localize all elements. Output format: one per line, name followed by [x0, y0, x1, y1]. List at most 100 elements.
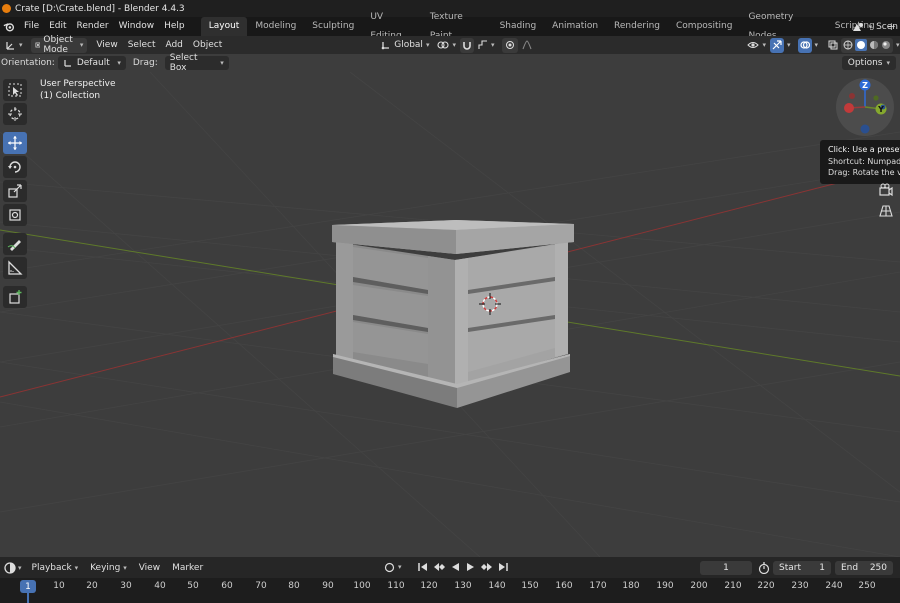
- preview-range-toggle[interactable]: [757, 561, 771, 575]
- jump-to-keyframe-back-button[interactable]: [432, 560, 446, 574]
- chevron-down-icon[interactable]: ▾: [784, 41, 794, 49]
- solid-shading-button[interactable]: [855, 39, 868, 51]
- menu-help[interactable]: Help: [159, 17, 190, 36]
- editor-type-button[interactable]: ▾: [2, 38, 27, 53]
- playhead-line: [27, 593, 29, 603]
- tab-compositing[interactable]: Compositing: [668, 17, 740, 36]
- jump-to-start-button[interactable]: [416, 560, 430, 574]
- move-tool[interactable]: [3, 132, 27, 154]
- menu-timeline-view[interactable]: View: [133, 563, 166, 573]
- global-orientation-icon: [381, 42, 390, 50]
- snap-target-selector[interactable]: ▾: [474, 38, 499, 53]
- frame-tick: 220: [757, 581, 775, 591]
- drag-dropdown-value: Select Box: [169, 53, 198, 73]
- overlays-toggle[interactable]: [797, 37, 812, 53]
- chevron-down-icon[interactable]: ▾: [812, 41, 822, 49]
- orientation-dropdown[interactable]: Default ▾: [57, 56, 126, 70]
- tab-layout[interactable]: Layout: [200, 17, 248, 36]
- top-menu-bar: File Edit Render Window Help Layout Mode…: [0, 12, 900, 41]
- rotate-tool[interactable]: [3, 156, 27, 178]
- playback-controls: ▾: [382, 560, 510, 574]
- menu-object[interactable]: Object: [188, 40, 227, 50]
- tab-sculpting[interactable]: Sculpting: [304, 17, 362, 36]
- transform-orientation-selector[interactable]: Global ▾: [377, 38, 433, 53]
- frame-tick: 200: [690, 581, 708, 591]
- blender-logo-icon: [2, 4, 11, 13]
- menu-window[interactable]: Window: [114, 17, 160, 36]
- chevron-down-icon[interactable]: ▾: [398, 563, 402, 571]
- blender-menu-icon[interactable]: [3, 20, 15, 33]
- pivot-point-selector[interactable]: ▾: [433, 38, 460, 53]
- crate-mesh[interactable]: [332, 220, 574, 408]
- menu-view[interactable]: View: [91, 40, 122, 50]
- material-shading-icon[interactable]: [869, 40, 879, 50]
- menu-playback[interactable]: Playback ▾: [26, 563, 85, 573]
- mode-label: Object Mode: [43, 35, 73, 55]
- menu-add[interactable]: Add: [160, 40, 187, 50]
- chevron-down-icon: ▾: [117, 59, 121, 67]
- start-frame-field[interactable]: Start 1: [773, 561, 831, 575]
- menu-select[interactable]: Select: [123, 40, 161, 50]
- gizmo-toggle[interactable]: [770, 37, 784, 53]
- auto-keying-toggle[interactable]: [382, 560, 396, 574]
- chevron-down-icon: ▾: [452, 41, 456, 49]
- select-box-tool[interactable]: [3, 79, 27, 101]
- camera-view-button[interactable]: [876, 180, 896, 200]
- rendered-shading-icon[interactable]: [881, 40, 891, 50]
- solid-shading-icon: [857, 41, 866, 49]
- playhead[interactable]: 1: [20, 580, 36, 593]
- jump-to-keyframe-forward-button[interactable]: [480, 560, 494, 574]
- tab-animation[interactable]: Animation: [544, 17, 606, 36]
- orientation-field-label: Orientation:: [1, 58, 55, 68]
- tab-shading[interactable]: Shading: [492, 17, 545, 36]
- options-dropdown[interactable]: Options ▾: [841, 56, 896, 70]
- xray-toggle[interactable]: [825, 38, 841, 53]
- timeline-ruler[interactable]: 1 10 20 30 40 50 60 70 80 90 100 110 120…: [0, 578, 900, 603]
- cursor-tool[interactable]: [3, 103, 27, 125]
- tooltip-line-3: Drag: Rotate the vie: [828, 168, 900, 177]
- measure-tool[interactable]: [3, 257, 27, 279]
- add-cube-tool[interactable]: [3, 286, 27, 308]
- annotate-tool[interactable]: [3, 233, 27, 255]
- scene-selector[interactable]: ▾ Scen: [851, 17, 900, 36]
- jump-to-end-button[interactable]: [496, 560, 510, 574]
- menu-marker[interactable]: Marker: [166, 563, 209, 573]
- scene-name: Scen: [876, 21, 898, 32]
- frame-tick: 190: [656, 581, 674, 591]
- menu-edit[interactable]: Edit: [44, 17, 71, 36]
- snap-toggle[interactable]: [459, 37, 474, 53]
- proportional-edit-toggle[interactable]: [502, 37, 519, 53]
- end-frame-field[interactable]: End 250: [835, 561, 893, 575]
- current-frame-field[interactable]: 1: [700, 561, 752, 575]
- 3d-viewport[interactable]: [0, 72, 900, 557]
- object-visibility-selector[interactable]: ▾: [743, 38, 770, 53]
- frame-tick: 100: [353, 581, 371, 591]
- chevron-down-icon: ▾: [425, 41, 430, 49]
- chevron-down-icon[interactable]: ▾: [893, 41, 900, 49]
- wireframe-shading-icon[interactable]: [843, 40, 853, 50]
- play-reverse-button[interactable]: [448, 560, 462, 574]
- orientation-axes-icon: [64, 60, 71, 67]
- tab-rendering[interactable]: Rendering: [606, 17, 668, 36]
- navigation-gizmo[interactable]: Z Y: [836, 78, 894, 136]
- scale-tool[interactable]: [3, 180, 27, 202]
- mode-selector[interactable]: Object Mode ▾: [30, 35, 88, 55]
- drag-dropdown[interactable]: Select Box ▾: [164, 53, 229, 73]
- proportional-falloff-selector[interactable]: [518, 38, 536, 53]
- frame-tick: 120: [420, 581, 438, 591]
- start-label: Start: [779, 563, 801, 573]
- play-button[interactable]: [464, 560, 478, 574]
- menu-render[interactable]: Render: [72, 17, 114, 36]
- menu-file[interactable]: File: [19, 17, 44, 36]
- toggle-perspective-button[interactable]: [876, 201, 896, 221]
- xray-icon: [828, 40, 838, 50]
- transform-tool[interactable]: [3, 204, 27, 226]
- gizmo-arrows-icon: [772, 40, 782, 50]
- timeline-editor-type[interactable]: ▾: [0, 561, 26, 574]
- next-keyframe-icon: [480, 563, 492, 571]
- play-reverse-icon: [451, 563, 459, 571]
- menu-keying[interactable]: Keying ▾: [84, 563, 133, 573]
- tab-modeling[interactable]: Modeling: [247, 17, 304, 36]
- overlays-icon: [799, 41, 810, 49]
- options-label: Options: [847, 58, 883, 68]
